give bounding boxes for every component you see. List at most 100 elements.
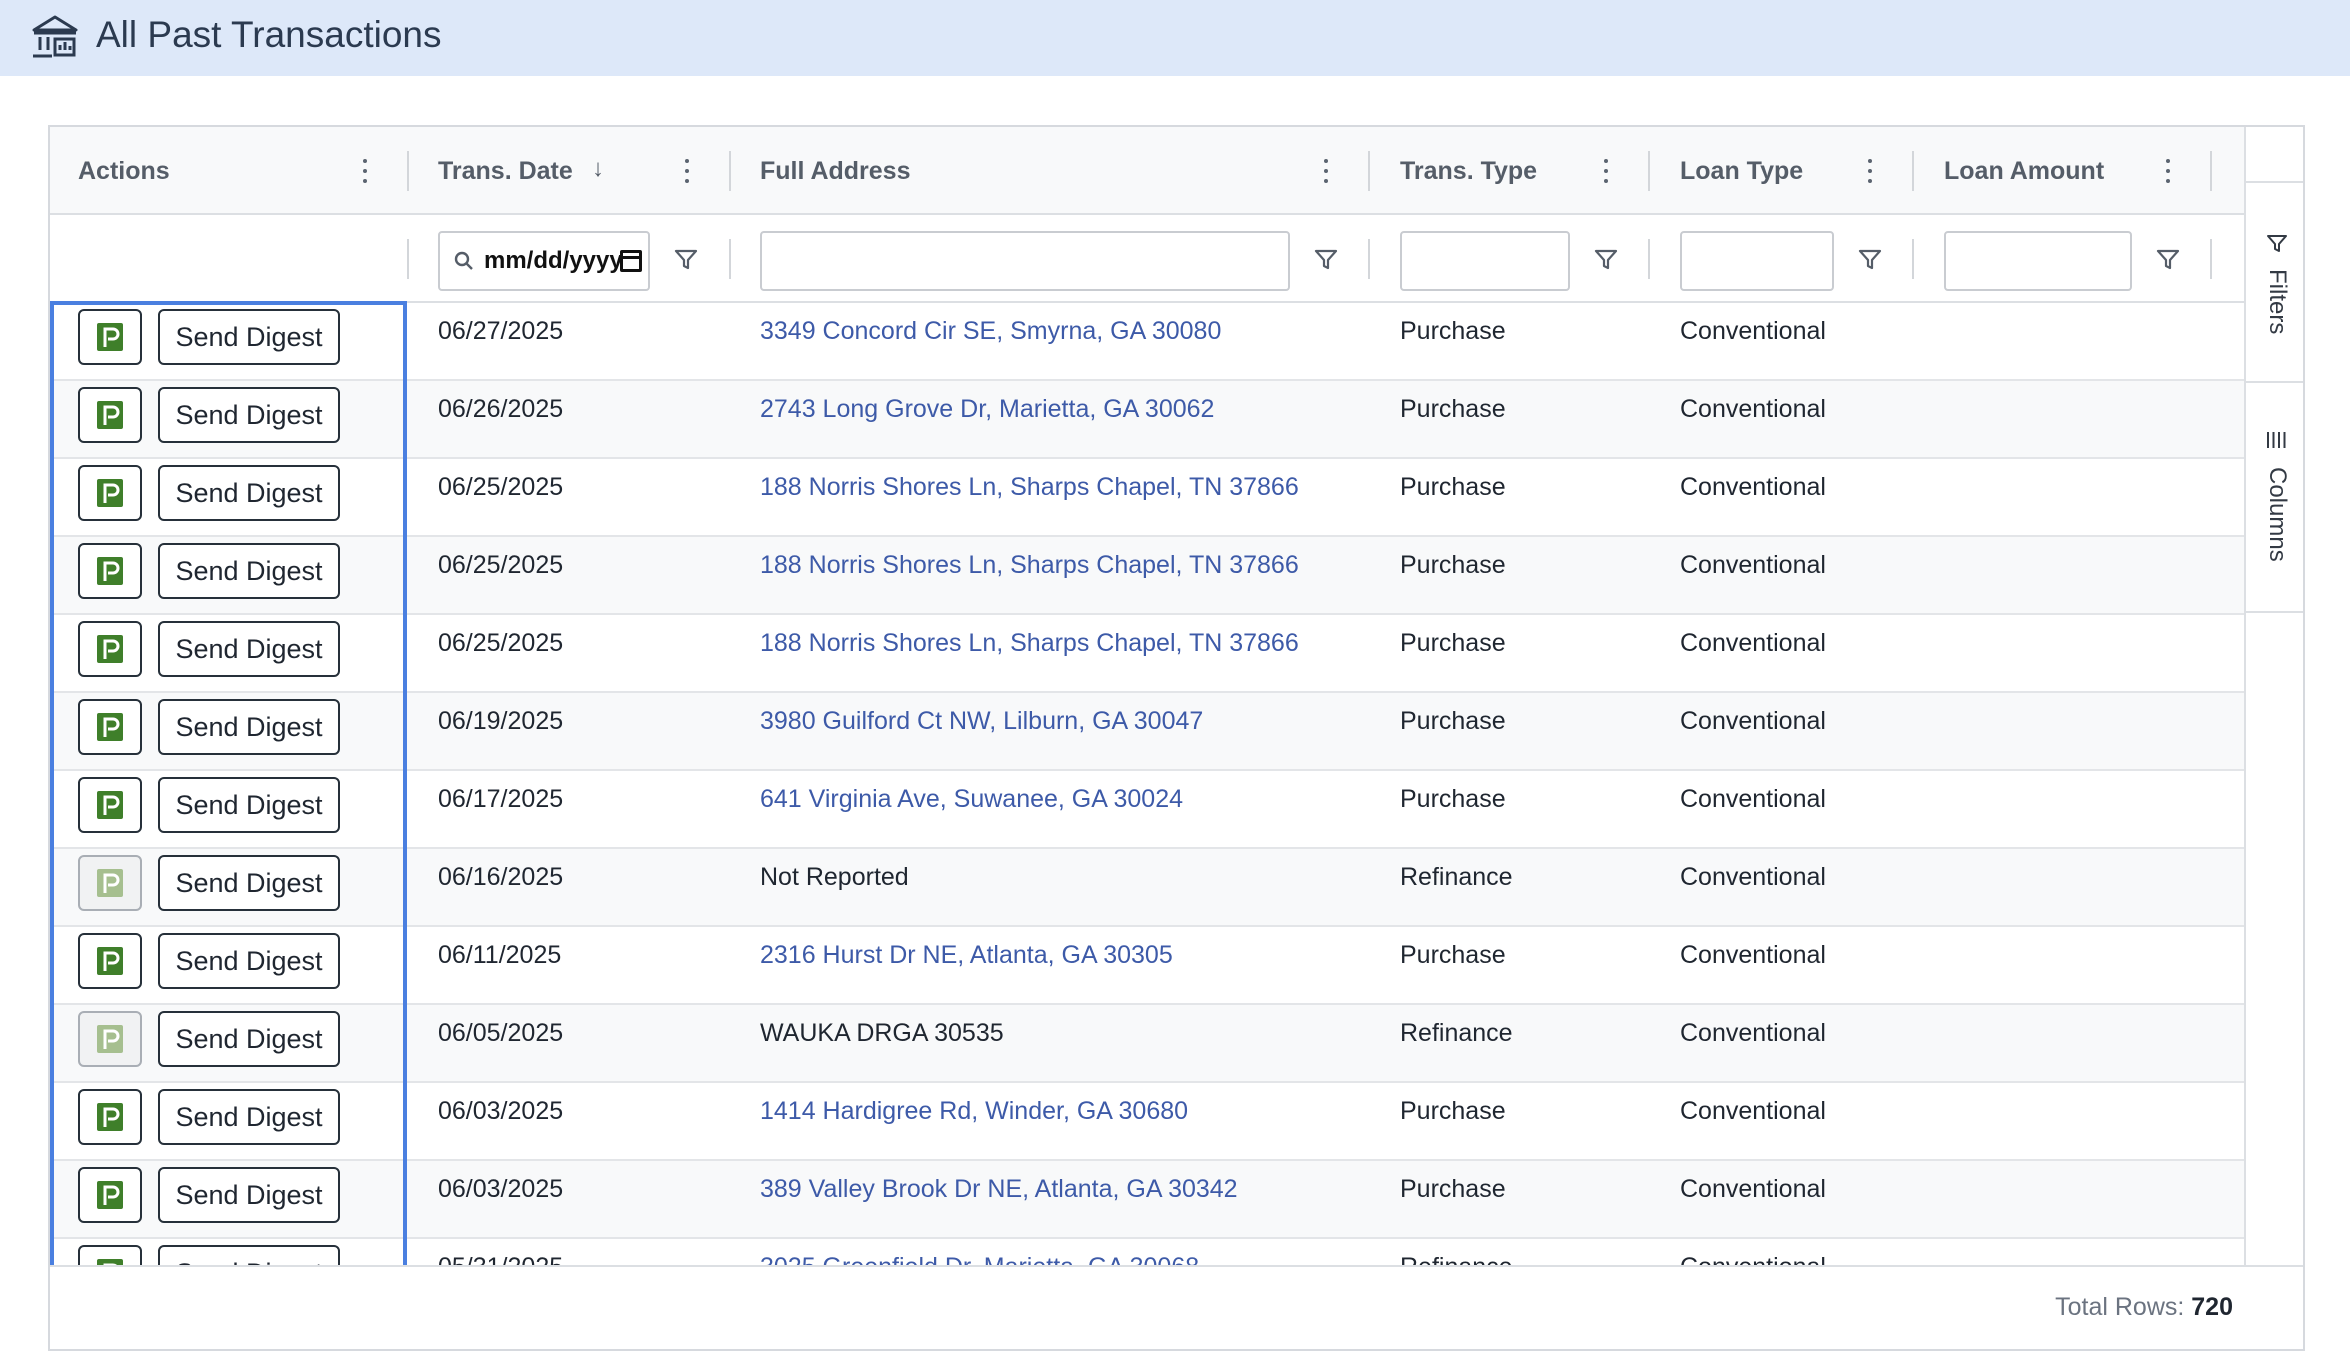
open-record-button[interactable] bbox=[78, 1245, 142, 1265]
address-link[interactable]: 641 Virginia Ave, Suwanee, GA 30024 bbox=[760, 785, 1183, 814]
trans-type-cell: Purchase bbox=[1400, 395, 1506, 423]
calendar-icon[interactable] bbox=[620, 250, 642, 272]
loan-type-cell: Conventional bbox=[1680, 1097, 1826, 1125]
loan-type-cell: Conventional bbox=[1680, 941, 1826, 969]
trans-date-cell: 05/31/2025 bbox=[438, 1253, 563, 1265]
open-record-button[interactable] bbox=[78, 855, 142, 911]
address-link[interactable]: 188 Norris Shores Ln, Sharps Chapel, TN … bbox=[760, 629, 1299, 658]
column-header-label: Trans. Date bbox=[438, 156, 573, 185]
column-header-trans-date[interactable]: Trans. Date bbox=[438, 127, 573, 215]
column-separator bbox=[2210, 239, 2212, 279]
open-record-button[interactable] bbox=[78, 621, 142, 677]
table-row: Send Digest 06/19/2025 3980 Guilford Ct NW… bbox=[50, 693, 2244, 771]
open-record-button[interactable] bbox=[78, 777, 142, 833]
table-row: Send Digest 06/27/2025 3349 Concord Cir SE… bbox=[50, 303, 2244, 381]
column-menu-icon[interactable] bbox=[361, 157, 369, 185]
open-record-button[interactable] bbox=[78, 933, 142, 989]
column-header-loan-type[interactable]: Loan Type bbox=[1680, 127, 1803, 215]
address-filter-input[interactable] bbox=[760, 231, 1290, 291]
sort-descending-icon[interactable]: ↓ bbox=[592, 155, 604, 183]
table-row: Send Digest 06/25/2025 188 Norris Shores L… bbox=[50, 459, 2244, 537]
trans-date-filter-input[interactable]: mm/dd/yyyy bbox=[438, 231, 650, 291]
address-link[interactable]: 3980 Guilford Ct NW, Lilburn, GA 30047 bbox=[760, 707, 1203, 736]
filter-icon[interactable] bbox=[1593, 247, 1619, 273]
loan-type-cell: Conventional bbox=[1680, 863, 1826, 891]
address-link[interactable]: 1414 Hardigree Rd, Winder, GA 30680 bbox=[760, 1097, 1188, 1126]
column-menu-icon[interactable] bbox=[2164, 157, 2172, 185]
loan-type-cell: Conventional bbox=[1680, 551, 1826, 579]
address-link[interactable]: 2743 Long Grove Dr, Marietta, GA 30062 bbox=[760, 395, 1214, 424]
open-record-button[interactable] bbox=[78, 699, 142, 755]
column-separator bbox=[407, 239, 409, 279]
column-header-label: Loan Amount bbox=[1944, 156, 2105, 185]
loan-type-cell: Conventional bbox=[1680, 629, 1826, 657]
loan-type-cell: Conventional bbox=[1680, 707, 1826, 735]
send-digest-button[interactable]: Send Digest bbox=[158, 465, 340, 521]
column-header-full-address[interactable]: Full Address bbox=[760, 127, 911, 215]
send-digest-button[interactable]: Send Digest bbox=[158, 543, 340, 599]
send-digest-button[interactable]: Send Digest bbox=[158, 1089, 340, 1145]
column-separator[interactable] bbox=[729, 151, 731, 191]
send-digest-button[interactable]: Send Digest bbox=[158, 699, 340, 755]
column-separator[interactable] bbox=[2210, 151, 2212, 191]
address-link[interactable]: 188 Norris Shores Ln, Sharps Chapel, TN … bbox=[760, 551, 1299, 580]
column-menu-icon[interactable] bbox=[1866, 157, 1874, 185]
send-digest-button[interactable]: Send Digest bbox=[158, 1011, 340, 1067]
filters-tool-tab[interactable]: Filters bbox=[2246, 183, 2303, 383]
loan-type-filter-input[interactable] bbox=[1680, 231, 1834, 291]
column-header-trans-type[interactable]: Trans. Type bbox=[1400, 127, 1537, 215]
address-link[interactable]: 3025 Greenfield Dr, Marietta, GA 30068 bbox=[760, 1253, 1199, 1265]
trans-type-cell: Refinance bbox=[1400, 1019, 1513, 1047]
column-menu-icon[interactable] bbox=[683, 157, 691, 185]
open-record-button[interactable] bbox=[78, 543, 142, 599]
send-digest-button[interactable]: Send Digest bbox=[158, 855, 340, 911]
address-cell: WAUKA DRGA 30535 bbox=[760, 1019, 1004, 1047]
grid-header-row: Actions Trans. Date ↓ Full Address Trans… bbox=[50, 127, 2244, 215]
send-digest-button[interactable]: Send Digest bbox=[158, 1245, 340, 1265]
filter-icon[interactable] bbox=[673, 247, 699, 273]
column-separator[interactable] bbox=[1648, 151, 1650, 191]
trans-type-filter-input[interactable] bbox=[1400, 231, 1570, 291]
column-separator bbox=[1648, 239, 1650, 279]
send-digest-button[interactable]: Send Digest bbox=[158, 621, 340, 677]
loan-type-cell: Conventional bbox=[1680, 1253, 1826, 1265]
column-separator[interactable] bbox=[1912, 151, 1914, 191]
trans-type-cell: Purchase bbox=[1400, 1175, 1506, 1203]
send-digest-button[interactable]: Send Digest bbox=[158, 933, 340, 989]
table-row: Send Digest 06/03/2025 389 Valley Brook Dr… bbox=[50, 1161, 2244, 1239]
column-header-actions[interactable]: Actions bbox=[78, 127, 170, 215]
column-menu-icon[interactable] bbox=[1322, 157, 1330, 185]
columns-tool-tab[interactable]: Columns bbox=[2246, 383, 2303, 613]
grid-status-bar: Total Rows: 720 bbox=[50, 1265, 2303, 1349]
loan-type-cell: Conventional bbox=[1680, 317, 1826, 345]
send-digest-button[interactable]: Send Digest bbox=[158, 1167, 340, 1223]
filter-icon bbox=[2267, 235, 2287, 252]
address-link[interactable]: 2316 Hurst Dr NE, Atlanta, GA 30305 bbox=[760, 941, 1173, 970]
filter-icon[interactable] bbox=[1857, 247, 1883, 273]
filter-icon[interactable] bbox=[2155, 247, 2181, 273]
column-separator[interactable] bbox=[1368, 151, 1370, 191]
loan-amount-filter-input[interactable] bbox=[1944, 231, 2132, 291]
column-separator bbox=[1368, 239, 1370, 279]
send-digest-button[interactable]: Send Digest bbox=[158, 387, 340, 443]
open-record-button[interactable] bbox=[78, 465, 142, 521]
open-record-button[interactable] bbox=[78, 1011, 142, 1067]
open-record-button[interactable] bbox=[78, 1167, 142, 1223]
trans-date-cell: 06/27/2025 bbox=[438, 317, 564, 345]
column-menu-icon[interactable] bbox=[1602, 157, 1610, 185]
send-digest-button[interactable]: Send Digest bbox=[158, 777, 340, 833]
column-separator[interactable] bbox=[407, 151, 409, 191]
send-digest-button[interactable]: Send Digest bbox=[158, 309, 340, 365]
open-record-button[interactable] bbox=[78, 309, 142, 365]
trans-type-cell: Refinance bbox=[1400, 863, 1513, 891]
filter-icon[interactable] bbox=[1313, 247, 1339, 273]
trans-date-cell: 06/16/2025 bbox=[438, 863, 564, 891]
open-record-button[interactable] bbox=[78, 387, 142, 443]
address-link[interactable]: 188 Norris Shores Ln, Sharps Chapel, TN … bbox=[760, 473, 1299, 502]
address-link[interactable]: 389 Valley Brook Dr NE, Atlanta, GA 3034… bbox=[760, 1175, 1238, 1204]
brand-logo-icon bbox=[97, 557, 123, 585]
open-record-button[interactable] bbox=[78, 1089, 142, 1145]
column-header-loan-amount[interactable]: Loan Amount bbox=[1944, 127, 2104, 215]
loan-type-cell: Conventional bbox=[1680, 395, 1826, 423]
address-link[interactable]: 3349 Concord Cir SE, Smyrna, GA 30080 bbox=[760, 317, 1221, 346]
